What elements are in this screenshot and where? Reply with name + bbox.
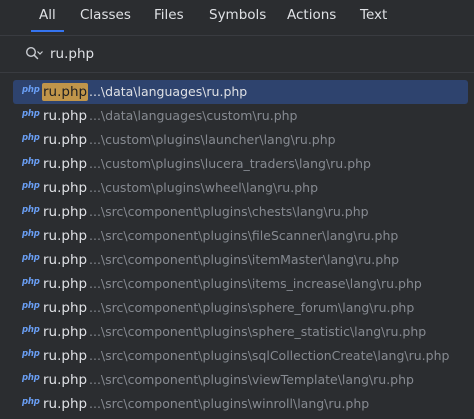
result-row[interactable]: php ru.php ...\src\component\plugins\fileS… (13, 224, 468, 248)
search-filter-icon[interactable] (25, 46, 43, 62)
php-file-icon: php (22, 157, 40, 167)
result-file-name: ru.php (43, 156, 88, 172)
result-row[interactable]: php ru.php ...\data\languages\custom\ru.ph… (13, 104, 468, 128)
tab-actions[interactable]: Actions (287, 0, 336, 32)
php-file-icon: php (22, 109, 40, 119)
result-file-path: ...\custom\plugins\launcher\lang\ru.php (89, 132, 336, 147)
result-row[interactable]: php ru.php ...\custom\plugins\launcher\lan… (13, 128, 468, 152)
result-file-path: ...\src\component\plugins\sphere_forum\l… (89, 300, 415, 315)
result-file-path: ...\src\component\plugins\sphere_statist… (89, 324, 427, 339)
result-file-path: ...\custom\plugins\lucera_traders\lang\r… (89, 156, 371, 171)
result-file-path: ...\custom\plugins\wheel\lang\ru.php (89, 180, 318, 195)
result-file-path: ...\src\component\plugins\winroll\lang\r… (89, 396, 370, 411)
result-row[interactable]: php ru.php ...\src\component\plugins\spher… (13, 296, 468, 320)
php-file-icon: php (22, 277, 40, 287)
tab-text[interactable]: Text (360, 0, 387, 32)
search-divider (0, 72, 474, 73)
result-file-path: ...\src\component\plugins\viewTemplate\l… (89, 372, 414, 387)
php-file-icon: php (22, 229, 40, 239)
result-file-name: ru.php (43, 396, 88, 412)
result-file-name: ru.php (43, 180, 88, 196)
result-row[interactable]: php ru.php ...\src\component\plugins\winro… (13, 392, 468, 416)
result-file-name: ru.php (43, 132, 88, 148)
result-file-name: ru.php (43, 108, 88, 124)
result-file-path: ...\data\languages\ru.php (89, 84, 248, 99)
tab-symbols[interactable]: Symbols (209, 0, 266, 32)
result-file-name: ru.php (43, 204, 88, 220)
result-file-name: ru.php (42, 83, 89, 101)
result-file-path: ...\src\component\plugins\chests\lang\ru… (89, 204, 369, 219)
result-file-name: ru.php (43, 228, 88, 244)
scope-tabs: All Classes Files Symbols Actions Text (0, 0, 474, 32)
tab-classes[interactable]: Classes (80, 0, 131, 32)
search-bar (0, 36, 474, 72)
result-file-name: ru.php (43, 252, 88, 268)
result-file-path: ...\src\component\plugins\fileScanner\la… (89, 228, 399, 243)
result-row[interactable]: php ru.php ...\src\component\plugins\spher… (13, 320, 468, 344)
result-file-path: ...\data\languages\custom\ru.php (89, 108, 298, 123)
tab-all[interactable]: All (31, 0, 64, 32)
php-file-icon: php (22, 133, 40, 143)
php-file-icon: php (22, 181, 40, 191)
result-row[interactable]: php ru.php ...\custom\plugins\wheel\lang\r… (13, 176, 468, 200)
php-file-icon: php (22, 85, 40, 95)
result-row[interactable]: php ru.php ...\src\component\plugins\items… (13, 272, 468, 296)
php-file-icon: php (22, 325, 40, 335)
php-file-icon: php (22, 253, 40, 263)
result-row[interactable]: php ru.php ...\custom\plugins\lucera_trade… (13, 152, 468, 176)
result-file-path: ...\src\component\plugins\sqlCollectionC… (89, 348, 450, 363)
result-file-name: ru.php (43, 324, 88, 340)
result-row[interactable]: php ru.php ...\src\component\plugins\viewT… (13, 368, 468, 392)
search-input[interactable] (50, 44, 450, 64)
result-row[interactable]: php ru.php ...\src\component\plugins\chest… (13, 200, 468, 224)
result-file-name: ru.php (43, 348, 88, 364)
result-file-path: ...\src\component\plugins\itemMaster\lan… (89, 252, 400, 267)
php-file-icon: php (22, 205, 40, 215)
result-row[interactable]: php ru.php ...\src\component\plugins\itemM… (13, 248, 468, 272)
results-list: php ru.php ...\data\languages\ru.php php ru.… (0, 80, 474, 419)
php-file-icon: php (22, 349, 40, 359)
php-file-icon: php (22, 301, 40, 311)
tab-files[interactable]: Files (154, 0, 184, 32)
result-file-path: ...\src\component\plugins\items_increase… (89, 276, 422, 291)
result-row[interactable]: php ru.php ...\src\component\plugins\sqlCo… (13, 344, 468, 368)
result-row[interactable]: php ru.php ...\data\languages\ru.php (13, 80, 468, 104)
result-file-name: ru.php (43, 372, 88, 388)
php-file-icon: php (22, 397, 40, 407)
result-file-name: ru.php (43, 276, 88, 292)
result-file-name: ru.php (43, 300, 88, 316)
php-file-icon: php (22, 373, 40, 383)
